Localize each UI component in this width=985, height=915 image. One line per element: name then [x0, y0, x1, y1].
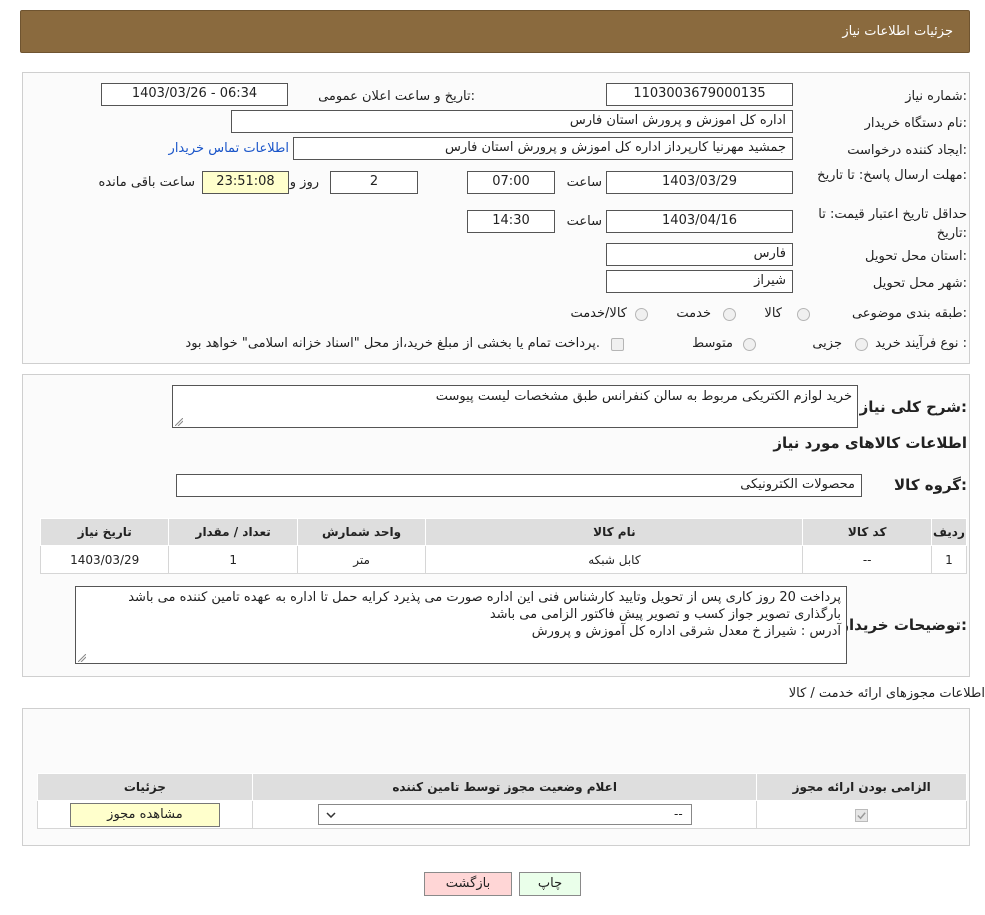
- goods-info-title: اطلاعات کالاهای مورد نیاز: [773, 434, 967, 452]
- cell-name: کابل شبکه: [425, 545, 804, 574]
- validity-time-field: 14:30: [467, 210, 555, 233]
- cell-qty: 1: [168, 545, 298, 574]
- licenses-table: الزامی بودن ارائه مجوز اعلام وضعیت مجوز …: [37, 773, 967, 829]
- buyer-note-line-2: بارگذاری تصویر جواز کسب و تصویر پیش فاکت…: [489, 607, 841, 622]
- process-option-medium: متوسط: [692, 336, 733, 351]
- goods-group-field: محصولات الکترونیکی: [176, 474, 862, 497]
- process-option-minor: جزیی: [812, 336, 842, 351]
- licenses-table-header: الزامی بودن ارائه مجوز اعلام وضعیت مجوز …: [37, 773, 967, 801]
- process-radio-medium[interactable]: [743, 338, 756, 351]
- process-note: پرداخت تمام یا بخشی از مبلغ خرید،از محل …: [185, 336, 600, 351]
- table-row: -- مشاهده مجوز: [37, 800, 967, 829]
- category-option-goods-service: کالا/خدمت: [570, 306, 627, 321]
- buyer-field: اداره کل اموزش و پرورش استان فارس: [231, 110, 793, 133]
- remaining-label: ساعت باقی مانده: [98, 175, 195, 190]
- license-status-value: --: [673, 807, 683, 821]
- summary-label: شرح کلی نیاز:: [859, 398, 967, 416]
- province-field: فارس: [606, 243, 793, 266]
- cell-unit: متر: [296, 545, 427, 574]
- col-details: جزئیات: [37, 773, 253, 801]
- resize-grip-icon: [175, 418, 183, 426]
- cell-details: مشاهده مجوز: [37, 800, 253, 829]
- print-button[interactable]: چاپ: [519, 872, 581, 896]
- license-status-select[interactable]: --: [317, 804, 692, 825]
- required-checkbox: [855, 808, 869, 822]
- page-header: جزئیات اطلاعات نیاز: [20, 10, 970, 53]
- goods-table: ردیف کد کالا نام کالا واحد شمارش تعداد /…: [39, 518, 968, 574]
- category-option-goods: کالا: [764, 306, 782, 321]
- buyer-notes-label: توضیحات خریدار:: [840, 616, 967, 634]
- col-unit: واحد شمارش: [296, 518, 427, 546]
- need-number-field: 1103003679000135: [606, 83, 793, 106]
- remaining-time-field: 23:51:08: [202, 171, 289, 194]
- goods-group-label: گروه کالا:: [894, 476, 967, 494]
- category-option-service: خدمت: [676, 306, 711, 321]
- chevron-down-icon: [326, 812, 336, 818]
- city-label: شهر محل تحویل:: [872, 276, 967, 291]
- col-status: اعلام وضعیت مجوز توسط تامین کننده: [251, 773, 758, 801]
- deadline-date-field: 1403/03/29: [606, 171, 793, 194]
- cell-status: --: [251, 800, 758, 829]
- category-radio-goods[interactable]: [797, 308, 810, 321]
- announce-label: تاریخ و ساعت اعلان عمومی:: [318, 89, 475, 104]
- creator-label: ایجاد کننده درخواست:: [847, 143, 967, 158]
- table-row: 1 -- کابل شبکه متر 1 1403/03/29: [39, 545, 968, 574]
- cell-date: 1403/03/29: [39, 545, 170, 574]
- category-label: طبقه بندی موضوعی:: [851, 306, 967, 321]
- cell-row: 1: [930, 545, 968, 574]
- buyer-label: نام دستگاه خریدار:: [864, 116, 967, 131]
- col-date: تاریخ نیاز: [39, 518, 170, 546]
- days-field: 2: [330, 171, 418, 194]
- validity-time-label: ساعت: [566, 214, 602, 229]
- buyer-note-line-3: آدرس : شیراز خ معدل شرقی اداره کل آموزش …: [531, 624, 841, 639]
- goods-table-header: ردیف کد کالا نام کالا واحد شمارش تعداد /…: [39, 518, 968, 546]
- province-label: استان محل تحویل:: [865, 249, 967, 264]
- deadline-time-label: ساعت: [566, 175, 602, 190]
- licenses-title: اطلاعات مجوزهای ارائه خدمت / کالا: [788, 686, 985, 701]
- summary-textarea[interactable]: خرید لوازم الکتریکی مربوط به سالن کنفران…: [172, 385, 858, 428]
- col-row: ردیف: [930, 518, 968, 546]
- need-number-label: شماره نیاز:: [905, 89, 967, 104]
- category-radio-goods-service[interactable]: [635, 308, 648, 321]
- back-button[interactable]: بازگشت: [424, 872, 512, 896]
- validity-label: حداقل تاریخ اعتبار قیمت: تا تاریخ:: [818, 207, 967, 241]
- deadline-label: مهلت ارسال پاسخ: تا تاریخ:: [817, 168, 967, 183]
- buyer-contact-link[interactable]: اطلاعات تماس خریدار: [169, 141, 289, 156]
- buyer-notes-textarea[interactable]: پرداخت 20 روز کاری پس از تحویل وتایید کا…: [75, 586, 847, 664]
- cell-code: --: [802, 545, 932, 574]
- col-name: نام کالا: [425, 518, 804, 546]
- validity-date-field: 1403/04/16: [606, 210, 793, 233]
- announce-field: 1403/03/26 - 06:34: [101, 83, 288, 106]
- view-license-button[interactable]: مشاهده مجوز: [69, 802, 220, 827]
- creator-field: جمشید مهرنیا کارپرداز اداره کل اموزش و پ…: [293, 137, 793, 160]
- summary-text: خرید لوازم الکتریکی مربوط به سالن کنفران…: [435, 389, 852, 404]
- col-code: کد کالا: [802, 518, 932, 546]
- deadline-time-field: 07:00: [467, 171, 555, 194]
- treasury-checkbox[interactable]: [611, 338, 624, 351]
- process-radio-minor[interactable]: [855, 338, 868, 351]
- process-label: نوع فرآیند خرید :: [875, 336, 967, 351]
- cell-required: [756, 800, 967, 829]
- resize-grip-icon: [78, 654, 86, 662]
- checkmark-icon: [857, 811, 866, 819]
- buyer-note-line-1: پرداخت 20 روز کاری پس از تحویل وتایید کا…: [128, 590, 841, 605]
- page-title: جزئیات اطلاعات نیاز: [842, 24, 953, 39]
- col-required: الزامی بودن ارائه مجوز: [756, 773, 967, 801]
- city-field: شیراز: [606, 270, 793, 293]
- days-label: روز و: [289, 175, 319, 190]
- col-qty: تعداد / مقدار: [168, 518, 298, 546]
- category-radio-service[interactable]: [723, 308, 736, 321]
